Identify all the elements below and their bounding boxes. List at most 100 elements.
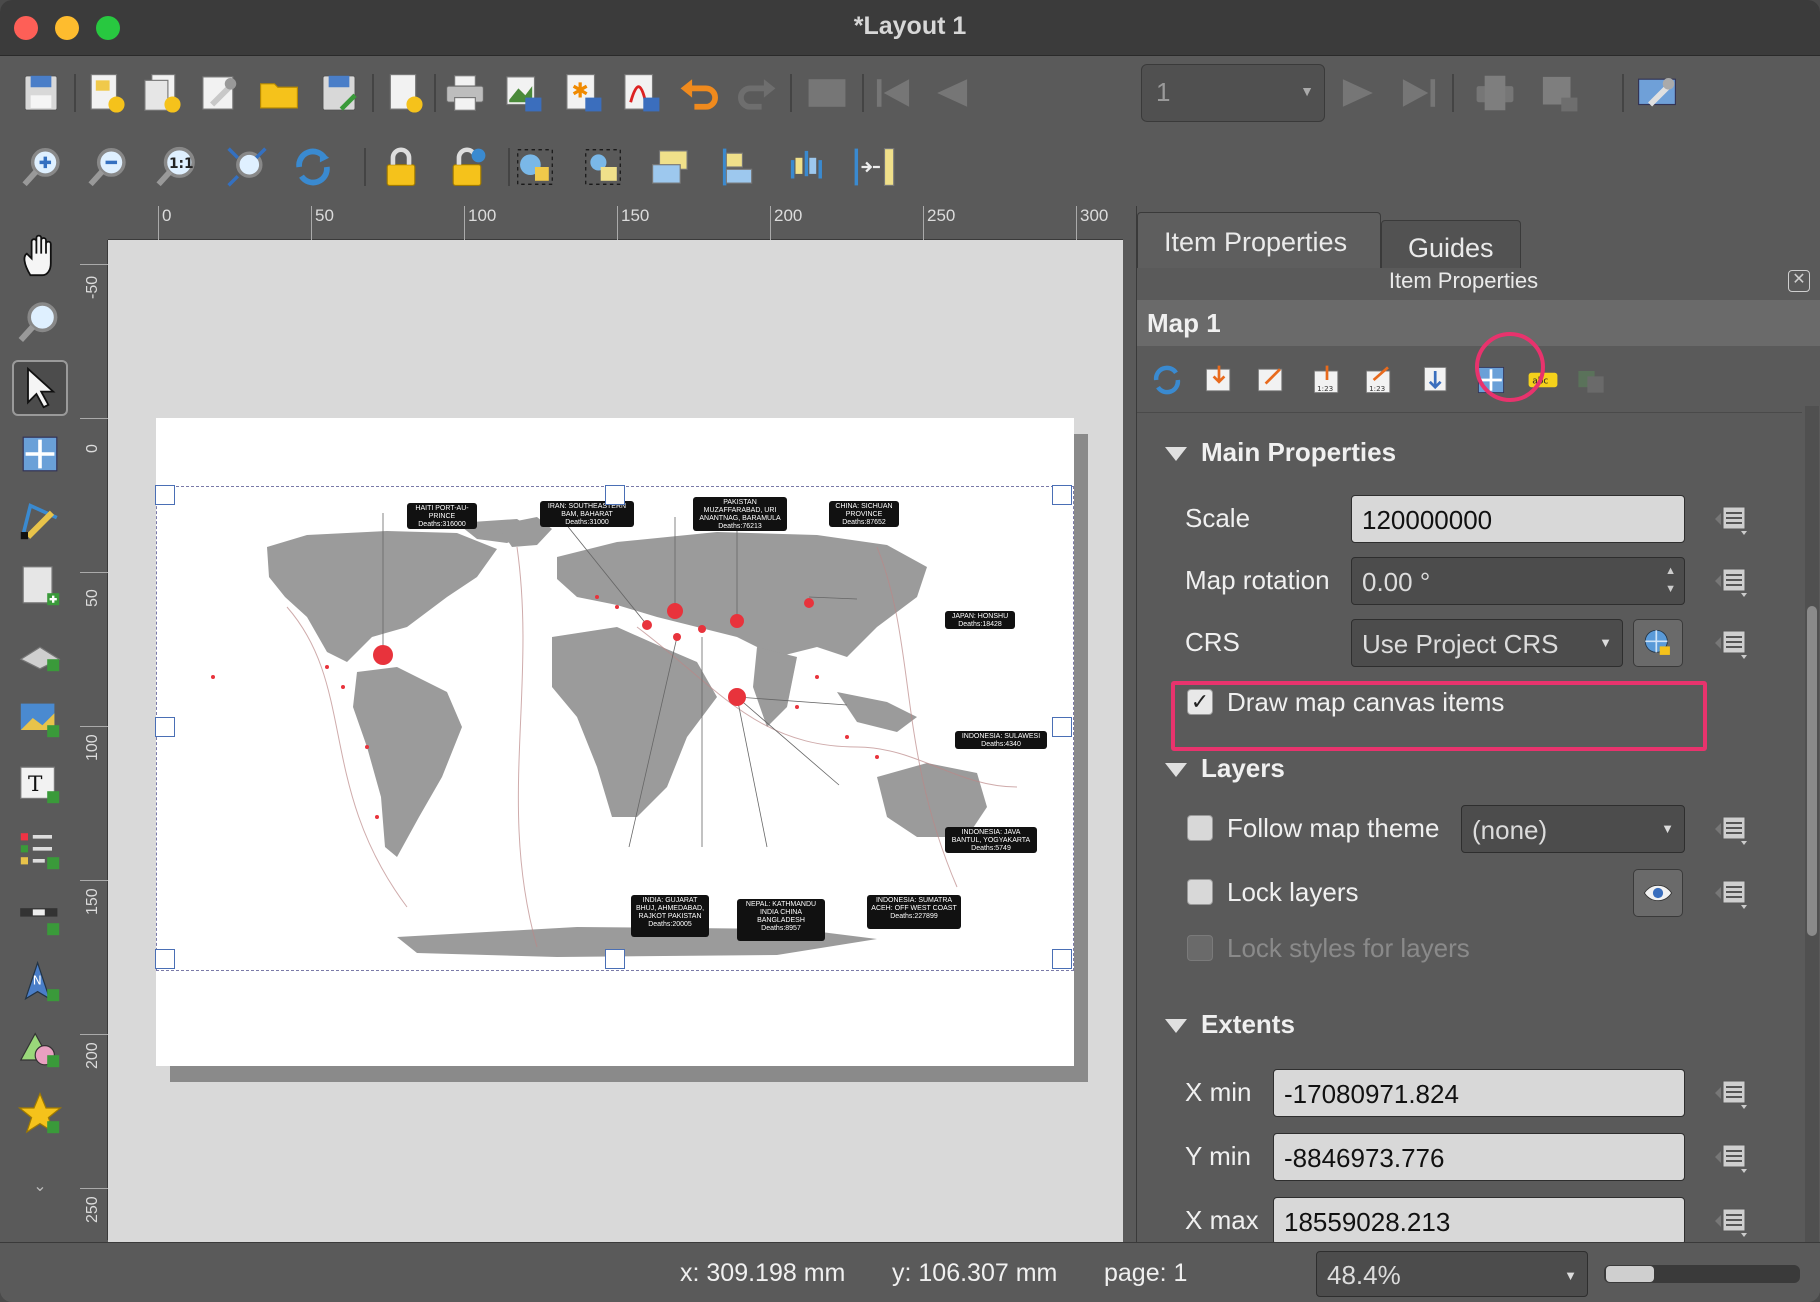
atlas-page-select[interactable]: 1 ▼ bbox=[1141, 64, 1325, 122]
lock-styles-checkbox[interactable] bbox=[1187, 935, 1213, 961]
save-template-icon[interactable] bbox=[312, 66, 366, 120]
add-map-icon[interactable] bbox=[12, 558, 68, 614]
zoom-select[interactable]: 48.4% ▼ bbox=[1316, 1251, 1588, 1297]
zoom-in-icon[interactable] bbox=[16, 140, 70, 194]
scrollbar-thumb[interactable] bbox=[1807, 606, 1817, 936]
resize-handle[interactable] bbox=[155, 949, 175, 969]
layout-canvas[interactable]: HAITI PORT-AU-PRINCE Deaths:316000 IRAN:… bbox=[108, 240, 1123, 1242]
crs-select[interactable]: Use Project CRS ▼ bbox=[1351, 619, 1623, 667]
add-scalebar-icon[interactable] bbox=[12, 888, 68, 944]
zoom-full-icon[interactable] bbox=[220, 140, 274, 194]
section-main-properties[interactable]: Main Properties bbox=[1165, 437, 1396, 468]
data-defined-override-icon[interactable] bbox=[1707, 561, 1755, 601]
atlas-preview-icon[interactable] bbox=[800, 66, 854, 120]
data-defined-override-icon[interactable] bbox=[1707, 1073, 1755, 1113]
layout-page[interactable]: HAITI PORT-AU-PRINCE Deaths:316000 IRAN:… bbox=[155, 418, 1074, 1066]
xmin-input[interactable]: -17080971.824 bbox=[1273, 1069, 1685, 1117]
view-scale-icon[interactable]: 1:23 bbox=[1359, 360, 1399, 400]
print-icon[interactable] bbox=[438, 66, 492, 120]
export-pdf-icon[interactable] bbox=[614, 66, 668, 120]
ymin-input[interactable]: -8846973.776 bbox=[1273, 1133, 1685, 1181]
select-move-icon[interactable] bbox=[12, 360, 68, 416]
resize-handle[interactable] bbox=[155, 485, 175, 505]
resize-handle[interactable] bbox=[1052, 717, 1072, 737]
align-left-icon[interactable] bbox=[712, 140, 766, 194]
set-layer-visibility-button[interactable] bbox=[1633, 869, 1683, 917]
tab-guides[interactable]: Guides bbox=[1381, 220, 1521, 268]
zoom-tool-icon[interactable] bbox=[12, 294, 68, 350]
open-template-icon[interactable] bbox=[252, 66, 306, 120]
data-defined-override-icon[interactable] bbox=[1707, 623, 1755, 663]
update-preview-icon[interactable] bbox=[1147, 360, 1187, 400]
previous-feature-icon[interactable] bbox=[924, 66, 978, 120]
data-defined-override-icon[interactable] bbox=[1707, 1201, 1755, 1241]
resize-handle[interactable] bbox=[155, 717, 175, 737]
resize-handle[interactable] bbox=[1052, 485, 1072, 505]
map-theme-select[interactable]: (none) ▼ bbox=[1461, 805, 1685, 853]
xmax-input[interactable]: 18559028.213 bbox=[1273, 1197, 1685, 1245]
unlock-items-icon[interactable] bbox=[440, 140, 494, 194]
group-items-icon[interactable] bbox=[508, 140, 562, 194]
spinner-arrows-icon[interactable]: ▲ ▼ bbox=[1665, 562, 1676, 598]
more-tools-icon[interactable]: ⌄ bbox=[12, 1158, 68, 1214]
add-label-icon[interactable]: T bbox=[12, 756, 68, 812]
resize-handle[interactable] bbox=[605, 949, 625, 969]
set-extent-icon[interactable] bbox=[1199, 360, 1239, 400]
view-extent-icon[interactable] bbox=[1251, 360, 1291, 400]
redo-icon[interactable] bbox=[730, 66, 784, 120]
data-defined-override-icon[interactable] bbox=[1707, 873, 1755, 913]
resize-items-icon[interactable] bbox=[846, 140, 900, 194]
map-rotation-input[interactable]: 0.00 ° ▲ ▼ bbox=[1351, 557, 1685, 605]
export-atlas-icon[interactable] bbox=[1532, 66, 1586, 120]
data-defined-override-icon[interactable] bbox=[1707, 809, 1755, 849]
zoom-slider-handle[interactable] bbox=[1606, 1266, 1654, 1282]
pan-hand-icon[interactable] bbox=[12, 228, 68, 284]
export-svg-icon[interactable]: ✱ bbox=[556, 66, 610, 120]
first-feature-icon[interactable] bbox=[866, 66, 920, 120]
add-north-arrow-icon[interactable]: N bbox=[12, 954, 68, 1010]
set-scale-icon[interactable]: 1:23 bbox=[1307, 360, 1347, 400]
export-image-icon[interactable] bbox=[496, 66, 550, 120]
move-content-icon[interactable] bbox=[12, 426, 68, 482]
data-defined-override-icon[interactable] bbox=[1707, 499, 1755, 539]
layout-manager-icon[interactable] bbox=[192, 66, 246, 120]
add-legend-icon[interactable] bbox=[12, 822, 68, 878]
edit-nodes-icon[interactable] bbox=[12, 492, 68, 548]
close-icon[interactable]: ✕ bbox=[1788, 270, 1810, 292]
new-report-icon[interactable] bbox=[376, 66, 430, 120]
zoom-slider[interactable] bbox=[1604, 1265, 1800, 1283]
refresh-icon[interactable] bbox=[286, 140, 340, 194]
zoom-out-icon[interactable] bbox=[82, 140, 136, 194]
last-feature-icon[interactable] bbox=[1392, 66, 1446, 120]
add-picture-icon[interactable] bbox=[12, 690, 68, 746]
resize-handle[interactable] bbox=[605, 485, 625, 505]
next-feature-icon[interactable] bbox=[1332, 66, 1386, 120]
section-extents[interactable]: Extents bbox=[1165, 1009, 1295, 1040]
crs-selector-button[interactable] bbox=[1633, 619, 1683, 667]
scale-input[interactable]: 120000000 bbox=[1351, 495, 1685, 543]
bookmark-icon[interactable] bbox=[1417, 360, 1457, 400]
ungroup-items-icon[interactable] bbox=[576, 140, 630, 194]
add-shape-icon[interactable] bbox=[12, 1020, 68, 1076]
distribute-icon[interactable] bbox=[780, 140, 834, 194]
tab-item-properties[interactable]: Item Properties bbox=[1137, 212, 1381, 268]
lock-layers-checkbox[interactable] bbox=[1187, 879, 1213, 905]
data-defined-override-icon[interactable] bbox=[1707, 1137, 1755, 1177]
clipping-icon[interactable] bbox=[1571, 360, 1611, 400]
duplicate-layout-icon[interactable] bbox=[134, 66, 188, 120]
zoom-actual-icon[interactable]: 1:1 bbox=[150, 140, 204, 194]
new-layout-icon[interactable] bbox=[78, 66, 132, 120]
properties-scrollbar[interactable] bbox=[1805, 406, 1819, 1242]
save-icon[interactable] bbox=[14, 66, 68, 120]
add-marker-icon[interactable] bbox=[12, 1086, 68, 1142]
raise-items-icon[interactable] bbox=[644, 140, 698, 194]
atlas-settings-icon[interactable] bbox=[1630, 66, 1684, 120]
lock-items-icon[interactable] bbox=[374, 140, 428, 194]
undo-icon[interactable] bbox=[672, 66, 726, 120]
map-item[interactable]: HAITI PORT-AU-PRINCE Deaths:316000 IRAN:… bbox=[155, 485, 1074, 971]
section-layers[interactable]: Layers bbox=[1165, 753, 1285, 784]
resize-handle[interactable] bbox=[1052, 949, 1072, 969]
add-3d-map-icon[interactable] bbox=[12, 624, 68, 680]
follow-map-theme-checkbox[interactable] bbox=[1187, 815, 1213, 841]
print-atlas-icon[interactable] bbox=[1468, 66, 1522, 120]
